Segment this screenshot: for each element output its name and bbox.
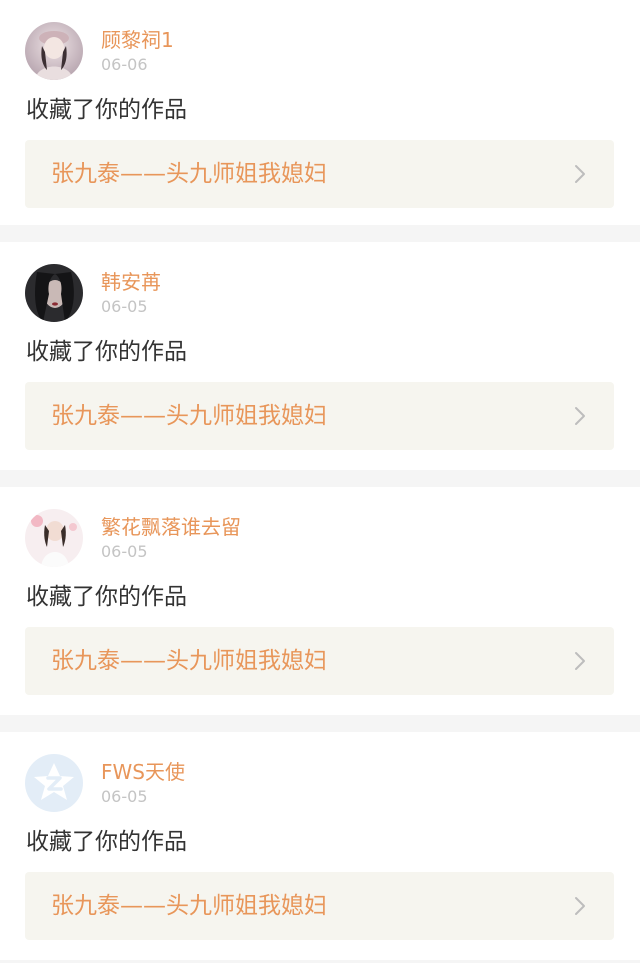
work-title: 张九泰——头九师姐我媳妇 <box>51 648 327 674</box>
notification-item: 韩安苒 06-05 收藏了你的作品 张九泰——头九师姐我媳妇 <box>0 242 640 470</box>
timestamp: 06-05 <box>101 787 148 806</box>
username[interactable]: FWS天使 <box>101 760 185 784</box>
notification-feed: 顾黎祠1 06-06 收藏了你的作品 张九泰——头九师姐我媳妇 韩安苒 06-0… <box>0 0 640 960</box>
work-link[interactable]: 张九泰——头九师姐我媳妇 <box>25 140 614 208</box>
work-title: 张九泰——头九师姐我媳妇 <box>51 403 327 429</box>
work-link[interactable]: 张九泰——头九师姐我媳妇 <box>25 872 614 940</box>
notification-item: 繁花飘落谁去留 06-05 收藏了你的作品 张九泰——头九师姐我媳妇 <box>0 487 640 715</box>
username[interactable]: 韩安苒 <box>101 270 161 294</box>
work-link[interactable]: 张九泰——头九师姐我媳妇 <box>25 382 614 450</box>
timestamp: 06-06 <box>101 55 148 74</box>
notification-item: 顾黎祠1 06-06 收藏了你的作品 张九泰——头九师姐我媳妇 <box>0 0 640 225</box>
chevron-right-icon <box>574 406 586 426</box>
chevron-right-icon <box>574 896 586 916</box>
work-title: 张九泰——头九师姐我媳妇 <box>51 161 327 187</box>
chevron-right-icon <box>574 164 586 184</box>
username[interactable]: 顾黎祠1 <box>101 28 174 52</box>
chevron-right-icon <box>574 651 586 671</box>
action-text: 收藏了你的作品 <box>26 584 187 610</box>
work-title: 张九泰——头九师姐我媳妇 <box>51 893 327 919</box>
avatar[interactable] <box>25 264 83 322</box>
action-text: 收藏了你的作品 <box>26 339 187 365</box>
work-link[interactable]: 张九泰——头九师姐我媳妇 <box>25 627 614 695</box>
action-text: 收藏了你的作品 <box>26 97 187 123</box>
avatar[interactable] <box>25 22 83 80</box>
action-text: 收藏了你的作品 <box>26 829 187 855</box>
avatar[interactable] <box>25 509 83 567</box>
notification-item: FWS天使 06-05 收藏了你的作品 张九泰——头九师姐我媳妇 <box>0 732 640 960</box>
timestamp: 06-05 <box>101 542 148 561</box>
default-qzone-avatar[interactable] <box>25 754 83 812</box>
timestamp: 06-05 <box>101 297 148 316</box>
username[interactable]: 繁花飘落谁去留 <box>101 515 241 539</box>
